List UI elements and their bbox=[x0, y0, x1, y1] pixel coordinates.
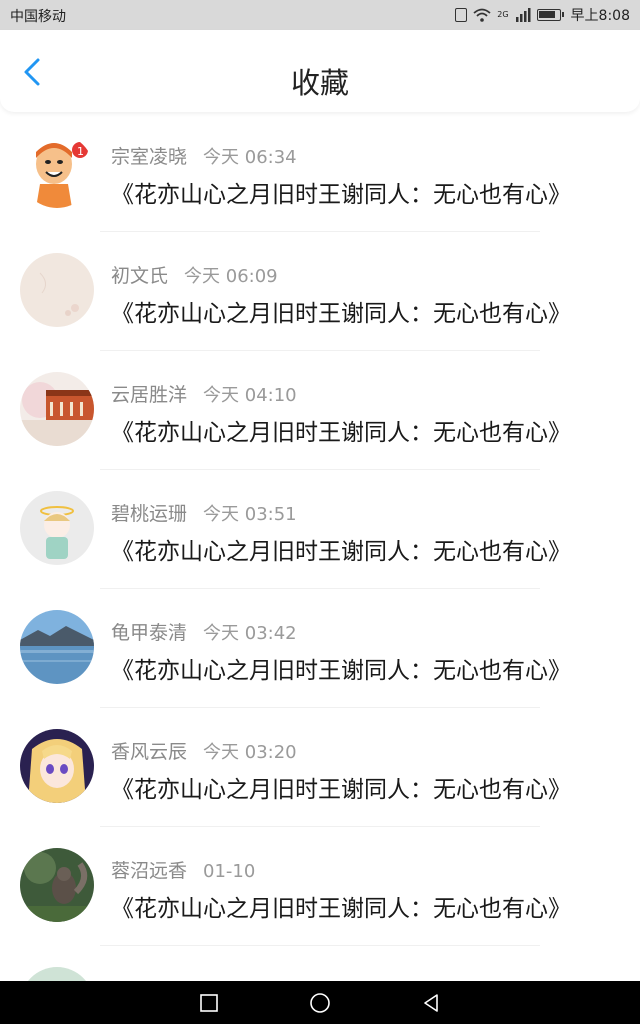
book-title: 《花亦山心之月旧时王谢同人：无心也有心》 bbox=[111, 182, 571, 208]
wifi-icon bbox=[473, 8, 491, 22]
book-title: 《花亦山心之月旧时王谢同人：无心也有心》 bbox=[111, 539, 571, 565]
system-nav-bar bbox=[0, 981, 640, 1024]
list-item[interactable]: 蓉沼远香 01-10 《花亦山心之月旧时王谢同人：无心也有心》 bbox=[0, 827, 640, 946]
user-name: 蓉沼远香 01-10 bbox=[111, 856, 255, 883]
user-name-text: 龟甲泰清 bbox=[111, 622, 188, 644]
user-name-text: 云居胜洋 bbox=[111, 384, 188, 406]
vibrate-icon bbox=[455, 8, 468, 22]
cartoon-avatar: 1 bbox=[20, 134, 94, 208]
recent-apps-icon[interactable] bbox=[197, 991, 221, 1015]
list-item[interactable]: 香风云辰 今天 03:20 《花亦山心之月旧时王谢同人：无心也有心》 bbox=[0, 708, 640, 827]
user-name: 香风云辰 今天 03:20 bbox=[111, 737, 297, 764]
back-icon[interactable] bbox=[419, 991, 443, 1015]
user-name-text: 宗室凌晓 bbox=[111, 146, 188, 168]
user-name-text: 香风云辰 bbox=[111, 741, 188, 763]
floral-avatar bbox=[20, 253, 94, 327]
user-name: 初文氏 今天 06:09 bbox=[111, 261, 278, 288]
user-name: 碧桃运珊 今天 03:51 bbox=[111, 499, 297, 526]
squirrel-avatar bbox=[20, 848, 94, 922]
anime-avatar bbox=[20, 729, 94, 803]
book-title: 《花亦山心之月旧时王谢同人：无心也有心》 bbox=[111, 896, 571, 922]
lake-avatar bbox=[20, 610, 94, 684]
book-title: 《花亦山心之月旧时王谢同人：无心也有心》 bbox=[111, 777, 571, 803]
signal-icon bbox=[515, 8, 531, 22]
list-item[interactable]: 云居胜洋 今天 04:10 《花亦山心之月旧时王谢同人：无心也有心》 bbox=[0, 351, 640, 470]
carrier-label: 中国移动 bbox=[10, 9, 66, 25]
network-type-label: 2G bbox=[497, 10, 509, 19]
book-title: 《花亦山心之月旧时王谢同人：无心也有心》 bbox=[111, 658, 571, 684]
user-name: 龟甲泰清 今天 03:42 bbox=[111, 618, 297, 645]
list-item-partial[interactable] bbox=[0, 946, 640, 981]
user-name: 云居胜洋 今天 04:10 bbox=[111, 380, 297, 407]
clock-label: 早上8:08 bbox=[570, 8, 630, 24]
list-item[interactable]: 1 宗室凌晓 今天 06:34 《花亦山心之月旧时王谢同人：无心也有心》 bbox=[0, 113, 640, 232]
temple-avatar bbox=[20, 372, 94, 446]
book-title: 《花亦山心之月旧时王谢同人：无心也有心》 bbox=[111, 420, 571, 446]
timestamp: 今天 03:20 bbox=[203, 742, 297, 763]
favorites-list: 1 宗室凌晓 今天 06:34 《花亦山心之月旧时王谢同人：无心也有心》 初文氏今… bbox=[0, 113, 640, 981]
timestamp: 今天 06:09 bbox=[184, 266, 278, 287]
status-icons: 2G 早上8:08 bbox=[455, 5, 630, 25]
list-item[interactable]: 碧桃运珊 今天 03:51 《花亦山心之月旧时王谢同人：无心也有心》 bbox=[0, 470, 640, 589]
user-name-text: 碧桃运珊 bbox=[111, 503, 188, 525]
partial-avatar bbox=[20, 967, 94, 981]
status-bar: 中国移动 2G 早上8:08 bbox=[0, 0, 640, 30]
list-item[interactable]: 初文氏 今天 06:09 《花亦山心之月旧时王谢同人：无心也有心》 bbox=[0, 232, 640, 351]
book-title: 《花亦山心之月旧时王谢同人：无心也有心》 bbox=[111, 301, 571, 327]
app-header: 收藏 bbox=[0, 30, 640, 112]
battery-icon bbox=[536, 9, 564, 21]
user-name: 宗室凌晓 今天 06:34 bbox=[111, 142, 297, 169]
svg-text:1: 1 bbox=[77, 145, 84, 158]
user-name-text: 初文氏 bbox=[111, 265, 169, 287]
timestamp: 今天 04:10 bbox=[203, 385, 297, 406]
timestamp: 01-10 bbox=[203, 861, 256, 882]
timestamp: 今天 03:42 bbox=[203, 623, 297, 644]
home-icon[interactable] bbox=[308, 991, 332, 1015]
user-name-text: 蓉沼远香 bbox=[111, 860, 188, 882]
timestamp: 今天 03:51 bbox=[203, 504, 297, 525]
page-title: 收藏 bbox=[290, 66, 349, 100]
timestamp: 今天 06:34 bbox=[203, 147, 297, 168]
chibi-avatar bbox=[20, 491, 94, 565]
list-item[interactable]: 龟甲泰清 今天 03:42 《花亦山心之月旧时王谢同人：无心也有心》 bbox=[0, 589, 640, 708]
